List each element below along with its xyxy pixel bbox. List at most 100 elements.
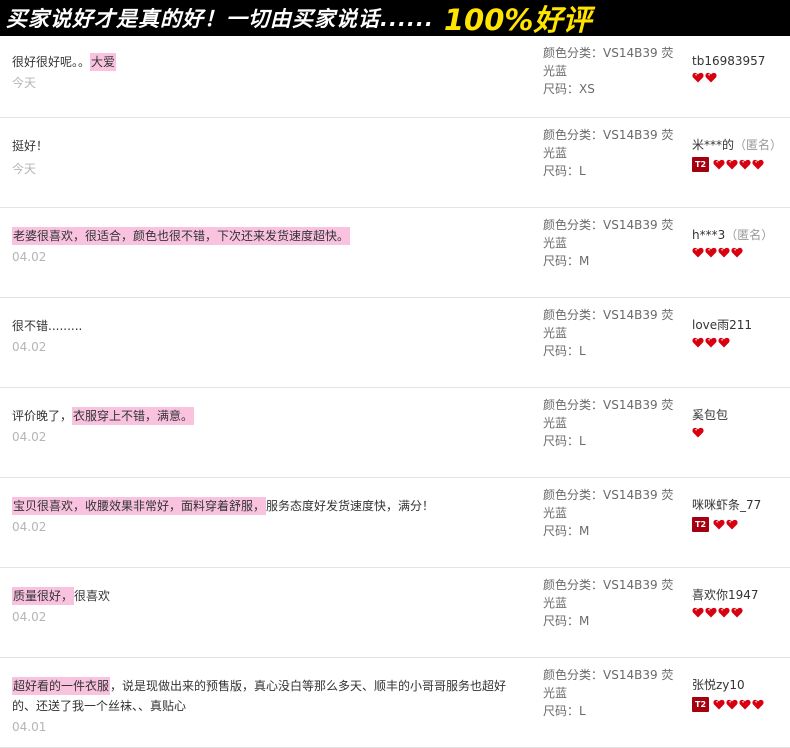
sku-color: 颜色分类：VS14B39 荧光蓝 [543, 398, 674, 430]
review-comment: 很好很好呢。。大爱 [12, 52, 512, 72]
heart-rank-icon [726, 699, 738, 710]
heart-rank-icon [713, 519, 725, 530]
sku-info: 颜色分类：VS14B39 荧光蓝尺码：M [543, 216, 683, 270]
review-list: 很好很好呢。。大爱 今天 颜色分类：VS14B39 荧光蓝 尺码：XS tb169839… [0, 36, 790, 748]
buyer-info: h***3（匿名） [692, 226, 790, 258]
heart-rank-icon [713, 699, 725, 710]
buyer-nickname[interactable]: 喜欢你1947 [692, 588, 759, 602]
review-comment: 宝贝很喜欢，收腰效果非常好，面料穿着舒服，服务态度好发货速度快，满分！ [12, 496, 512, 516]
buyer-credit-rank: T2 [692, 697, 790, 712]
buyer-nickname[interactable]: h***3 [692, 228, 725, 242]
heart-rank-icon [705, 247, 717, 258]
review-date: 今天 [12, 162, 37, 176]
review-row: 质量很好，很喜欢 04.02 颜色分类：VS14B39 荧光蓝尺码：M 喜欢你1947 [0, 568, 790, 658]
review-date: 04.02 [12, 430, 47, 444]
buyer-credit-rank [692, 247, 790, 258]
buyer-name[interactable]: 张悦zy10 [692, 676, 790, 693]
buyer-info: 喜欢你1947 [692, 586, 790, 618]
buyer-nickname[interactable]: 奚包包 [692, 408, 728, 422]
sku-size: 尺码：L [543, 164, 586, 178]
promo-banner: 买家说好才是真的好！一切由买家说话...... 100%好评 [0, 0, 790, 36]
sku-info: 颜色分类：VS14B39 荧光蓝 尺码：L [543, 396, 683, 450]
review-comment: 挺好！ [12, 136, 512, 156]
buyer-info: 奚包包 [692, 406, 790, 438]
sku-info: 颜色分类：VS14B39 荧光蓝尺码：M [543, 486, 683, 540]
heart-rank-icon [731, 607, 743, 618]
review-comment: 老婆很喜欢，很适合，颜色也很不错，下次还来发货速度超快。 [12, 226, 512, 246]
review-comment: 超好看的一件衣服，说是现做出来的预售版，真心没白等那么多天、顺丰的小哥哥服务也超… [12, 676, 512, 716]
sku-info: 颜色分类：VS14B39 荧光蓝尺码：XS [543, 44, 683, 98]
sku-color: 颜色分类：VS14B39 荧光蓝 [543, 668, 674, 700]
buyer-info: 张悦zy10 T2 [692, 676, 790, 712]
review-row: 超好看的一件衣服，说是现做出来的预售版，真心没白等那么多天、顺丰的小哥哥服务也超… [0, 658, 790, 748]
comment-segment: 很喜欢 [74, 589, 111, 603]
sku-info: 颜色分类：VS14B39 荧光蓝尺码：L [543, 126, 683, 180]
buyer-info: 咪咪虾条_77 T2 [692, 496, 790, 532]
heart-rank-icon [705, 72, 717, 83]
sku-color: 颜色分类：VS14B39 荧光蓝 [543, 46, 674, 78]
sku-size: 尺码：XS [543, 82, 595, 96]
buyer-credit-rank [692, 337, 790, 348]
review-row: 老婆很喜欢，很适合，颜色也很不错，下次还来发货速度超快。 04.02 颜色分类：VS… [0, 208, 790, 298]
buyer-credit-rank [692, 427, 790, 438]
comment-highlight-segment: 大爱 [90, 53, 117, 71]
buyer-name[interactable]: 咪咪虾条_77 [692, 496, 790, 513]
anonymous-tag: （匿名） [734, 138, 783, 152]
sku-size: 尺码：L [543, 344, 586, 358]
heart-rank-icon [726, 519, 738, 530]
comment-segment: 服务态度好发货速度快，满分！ [266, 499, 435, 513]
comment-highlight-segment: 老婆很喜欢，很适合，颜色也很不错，下次还来发货速度超快。 [12, 227, 351, 245]
heart-rank-icon [752, 159, 764, 170]
sku-size: 尺码：L [543, 704, 586, 718]
banner-text: 买家说好才是真的好！一切由买家说话...... [6, 7, 434, 31]
sku-color: 颜色分类：VS14B39 荧光蓝 [543, 128, 674, 160]
review-row: 很不错......... 04.02 颜色分类：VS14B39 荧光蓝 尺码：L lov… [0, 298, 790, 388]
review-row: 宝贝很喜欢，收腰效果非常好，面料穿着舒服，服务态度好发货速度快，满分！ 04.02… [0, 478, 790, 568]
tmall-level-badge-icon: T2 [692, 157, 709, 172]
sku-color: 颜色分类：VS14B39 荧光蓝 [543, 488, 674, 520]
buyer-nickname[interactable]: 咪咪虾条_77 [692, 498, 761, 512]
review-row: 评价晚了，衣服穿上不错，满意。 04.02 颜色分类：VS14B39 荧光蓝 尺码：L… [0, 388, 790, 478]
comment-highlight-segment: 衣服穿上不错，满意。 [72, 407, 195, 425]
buyer-name[interactable]: h***3（匿名） [692, 226, 790, 243]
comment-segment: 很好很好呢。。 [12, 55, 91, 69]
buyer-name[interactable]: 米***的（匿名） [692, 136, 790, 153]
sku-info: 颜色分类：VS14B39 荧光蓝尺码：L [543, 306, 683, 360]
sku-size: 尺码：M [543, 254, 590, 268]
comment-highlight-segment: 宝贝很喜欢，收腰效果非常好，面料穿着舒服， [12, 497, 267, 515]
sku-color: 颜色分类：VS14B39 荧光蓝 [543, 308, 674, 340]
heart-rank-icon [692, 607, 704, 618]
review-date: 04.02 [12, 610, 47, 624]
buyer-nickname[interactable]: tb16983957 [692, 54, 765, 68]
buyer-nickname[interactable]: love雨211 [692, 318, 752, 332]
heart-rank-icon [692, 427, 704, 438]
buyer-nickname[interactable]: 米***的 [692, 138, 734, 152]
sku-color: 颜色分类：VS14B39 荧光蓝 [543, 578, 674, 610]
buyer-name[interactable]: 喜欢你1947 [692, 586, 790, 603]
buyer-info: 米***的（匿名） T2 [692, 136, 790, 172]
heart-rank-icon [718, 337, 730, 348]
buyer-credit-rank [692, 72, 790, 83]
comment-highlight-segment: 质量很好， [12, 587, 75, 605]
sku-color: 颜色分类：VS14B39 荧光蓝 [543, 218, 674, 250]
buyer-info: tb16983957 [692, 54, 790, 83]
comment-segment: 评价晚了， [12, 409, 73, 423]
comment-segment: 很不错......... [12, 319, 83, 333]
heart-rank-icon [752, 699, 764, 710]
buyer-credit-rank: T2 [692, 157, 790, 172]
heart-rank-icon [692, 337, 704, 348]
anonymous-tag: （匿名） [725, 228, 774, 242]
review-comment: 评价晚了，衣服穿上不错，满意。 [12, 406, 512, 426]
review-date: 04.02 [12, 520, 47, 534]
review-date: 04.02 [12, 250, 47, 264]
sku-size: 尺码：M [543, 614, 590, 628]
buyer-name[interactable]: tb16983957 [692, 54, 790, 68]
buyer-name[interactable]: 奚包包 [692, 406, 790, 423]
buyer-name[interactable]: love雨211 [692, 316, 790, 333]
tmall-level-badge-icon: T2 [692, 697, 709, 712]
sku-info: 颜色分类：VS14B39 荧光蓝尺码：M [543, 576, 683, 630]
buyer-nickname[interactable]: 张悦zy10 [692, 678, 745, 692]
sku-size: 尺码：M [543, 524, 590, 538]
review-comment: 质量很好，很喜欢 [12, 586, 512, 606]
review-date: 今天 [12, 76, 37, 90]
